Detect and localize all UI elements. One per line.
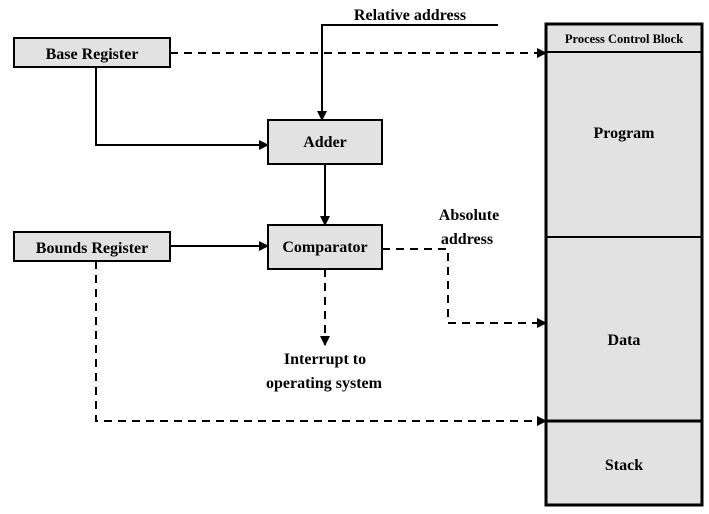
absolute-address-label-1: Absolute — [439, 207, 499, 224]
interrupt-label-1: Interrupt to — [284, 351, 366, 368]
base-register-box: Base Register — [13, 37, 171, 68]
relative-address-arrow — [317, 24, 498, 121]
data-segment: Data — [608, 332, 641, 349]
absolute-address-arrow — [382, 248, 547, 328]
process-image: Process Control Block Program Data Stack — [544, 22, 704, 507]
comparator-box: Comparator — [267, 224, 383, 270]
base-bounds-register-diagram: Base Register Bounds Register Adder Comp… — [13, 7, 704, 507]
relative-address-label: Relative address — [354, 7, 466, 24]
comparator-label: Comparator — [282, 239, 367, 256]
base-to-adder-arrow — [95, 67, 269, 150]
adder-box: Adder — [267, 119, 383, 165]
pcb-segment: Process Control Block — [565, 32, 683, 46]
interrupt-label-2: operating system — [266, 375, 383, 392]
bounds-register-box: Bounds Register — [13, 231, 171, 262]
program-segment: Program — [593, 125, 655, 142]
adder-label: Adder — [303, 134, 347, 151]
bounds-register-label: Bounds Register — [36, 240, 148, 257]
base-register-label: Base Register — [46, 46, 139, 63]
stack-segment: Stack — [605, 457, 643, 474]
absolute-address-label-2: address — [441, 231, 493, 248]
bounds-to-stack-arrow — [95, 261, 547, 426]
